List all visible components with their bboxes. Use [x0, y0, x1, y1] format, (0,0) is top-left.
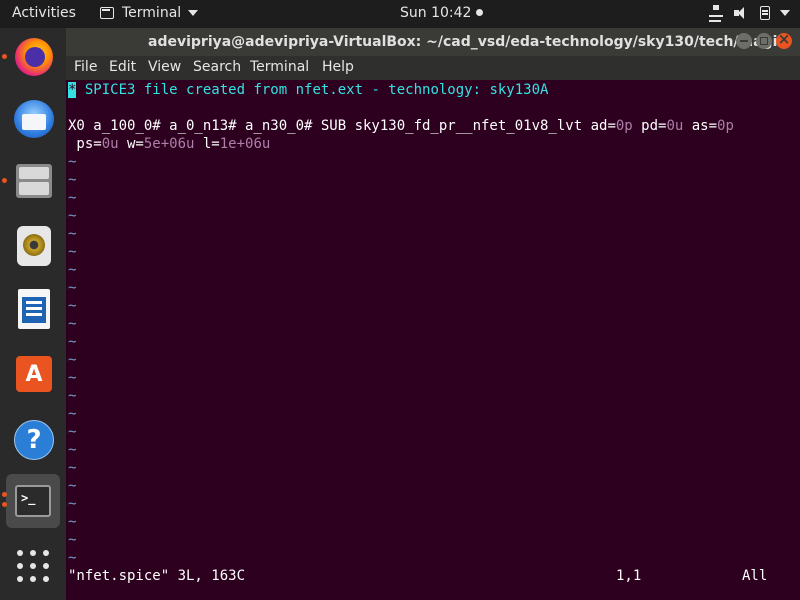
param-value: 0p: [717, 118, 734, 134]
rhythmbox-icon: [17, 226, 51, 266]
status-scroll-position: All: [742, 568, 768, 584]
libreoffice-writer-icon: [18, 289, 50, 329]
netlist-text: X0 a_100_0# a_0_n13# a_n30_0# SUB sky130…: [68, 118, 616, 134]
status-cursor-position: 1,1: [616, 568, 642, 584]
volume-icon: [734, 6, 750, 20]
system-tray[interactable]: [708, 5, 790, 21]
empty-line-tilde: ~: [68, 226, 77, 242]
ubuntu-software-icon: A: [16, 356, 52, 392]
dock-item-terminal[interactable]: >_: [2, 474, 60, 528]
network-icon: [708, 5, 724, 21]
empty-line-tilde: ~: [68, 352, 77, 368]
param-label: as=: [683, 118, 718, 134]
app-menu-label: Terminal: [122, 5, 182, 21]
empty-line-tilde: ~: [68, 460, 77, 476]
dock-item-rhythmbox[interactable]: [6, 218, 60, 272]
chevron-down-icon: [780, 10, 790, 16]
dock-item-help[interactable]: ?: [6, 412, 60, 466]
empty-line-tilde: ~: [68, 514, 77, 530]
param-label: pd=: [632, 118, 667, 134]
menu-terminal[interactable]: Terminal: [250, 59, 309, 75]
battery-icon: [760, 6, 770, 20]
empty-line-tilde: ~: [68, 172, 77, 188]
empty-line-tilde: ~: [68, 370, 77, 386]
empty-line-tilde: ~: [68, 316, 77, 332]
minimize-button[interactable]: [736, 33, 752, 49]
menu-file[interactable]: File: [74, 59, 97, 75]
empty-line-tilde: ~: [68, 406, 77, 422]
menu-view[interactable]: View: [148, 59, 181, 75]
notification-dot-icon: [476, 9, 484, 16]
show-applications-icon[interactable]: [17, 550, 49, 582]
menu-bar: File Edit View Search Terminal Help: [66, 56, 800, 80]
running-indicator: [2, 178, 7, 183]
empty-line-tilde: ~: [68, 478, 77, 494]
activities-button[interactable]: Activities: [12, 5, 76, 21]
empty-line-tilde: ~: [68, 496, 77, 512]
menu-edit[interactable]: Edit: [109, 59, 136, 75]
empty-line-tilde: ~: [68, 298, 77, 314]
param-label: w=: [118, 136, 144, 152]
param-value: 5e+06u: [143, 136, 195, 152]
dock-item-firefox[interactable]: [2, 30, 60, 84]
app-menu[interactable]: Terminal: [100, 5, 199, 21]
menu-search[interactable]: Search: [193, 59, 241, 75]
empty-line-tilde: ~: [68, 208, 77, 224]
empty-line-tilde: ~: [68, 388, 77, 404]
maximize-button[interactable]: [756, 33, 772, 49]
top-bar: Activities Terminal Sun 10:42: [0, 0, 800, 28]
thunderbird-icon: [14, 100, 54, 138]
empty-line-tilde: ~: [68, 442, 77, 458]
empty-line-tilde: ~: [68, 334, 77, 350]
help-icon: ?: [14, 420, 54, 460]
running-indicator: [2, 492, 7, 497]
status-file-info: "nfet.spice" 3L, 163C: [68, 568, 246, 584]
clock[interactable]: Sun 10:42: [400, 5, 484, 21]
running-indicator: [2, 502, 7, 507]
param-label: l=: [194, 136, 220, 152]
menu-help[interactable]: Help: [322, 59, 354, 75]
empty-line-tilde: ~: [68, 550, 77, 566]
empty-line-tilde: ~: [68, 424, 77, 440]
param-value: 0u: [101, 136, 119, 152]
netlist-line-1: X0 a_100_0# a_0_n13# a_n30_0# SUB sky130…: [68, 117, 734, 135]
spice-header-line: * SPICE3 file created from nfet.ext - te…: [68, 81, 548, 99]
window-controls: [736, 30, 792, 49]
dock-item-files[interactable]: [2, 154, 60, 208]
dock-item-ubuntu-software[interactable]: A: [6, 346, 60, 400]
empty-line-tilde: ~: [68, 280, 77, 296]
empty-line-tilde: ~: [68, 532, 77, 548]
chevron-down-icon: [188, 10, 199, 16]
dock-item-thunderbird[interactable]: [6, 92, 60, 146]
param-value: 0p: [615, 118, 633, 134]
dock-item-libreoffice-writer[interactable]: [6, 282, 60, 336]
header-comment: SPICE3 file created from nfet.ext - tech…: [76, 82, 549, 98]
firefox-icon: [15, 38, 53, 76]
terminal-icon: >_: [15, 485, 51, 517]
param-value: 0u: [666, 118, 684, 134]
terminal-content[interactable]: * SPICE3 file created from nfet.ext - te…: [66, 80, 800, 600]
clock-label: Sun 10:42: [400, 5, 472, 21]
netlist-line-2: ps=0u w=5e+06u l=1e+06u: [68, 135, 270, 153]
param-label: ps=: [68, 136, 102, 152]
window-title: adevipriya@adevipriya-VirtualBox: ~/cad_…: [148, 34, 786, 50]
terminal-icon: [100, 7, 114, 19]
files-icon: [16, 164, 52, 198]
dock: A ? >_: [0, 28, 66, 600]
close-button[interactable]: [776, 30, 792, 49]
empty-line-tilde: ~: [68, 154, 77, 170]
empty-line-tilde: ~: [68, 244, 77, 260]
running-indicator: [2, 54, 7, 59]
empty-line-tilde: ~: [68, 262, 77, 278]
empty-line-tilde: ~: [68, 190, 77, 206]
param-value: 1e+06u: [219, 136, 271, 152]
window-titlebar[interactable]: adevipriya@adevipriya-VirtualBox: ~/cad_…: [66, 28, 800, 56]
